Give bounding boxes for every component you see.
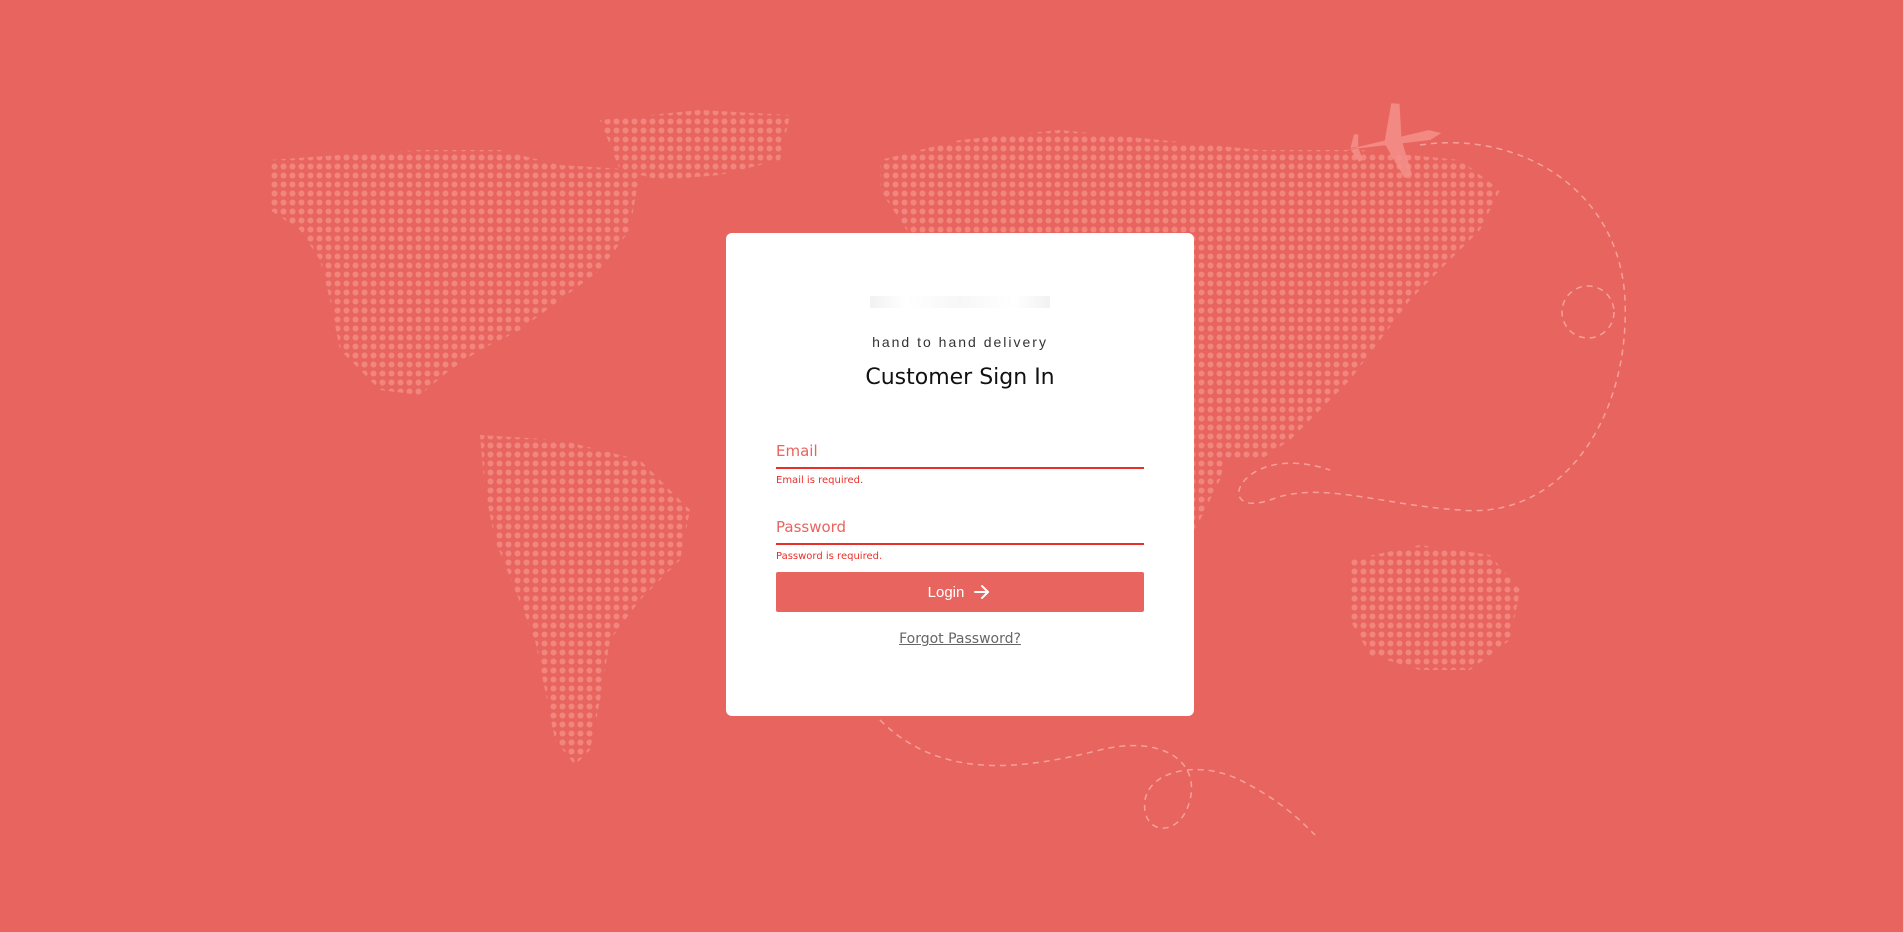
forgot-password-link[interactable]: Forgot Password? — [726, 631, 1194, 647]
login-button[interactable]: Login — [776, 572, 1144, 612]
password-field-group: Password is required. — [776, 515, 1144, 562]
email-error-message: Email is required. — [776, 475, 864, 486]
page-title: Customer Sign In — [865, 365, 1055, 390]
email-field-group: Email is required. — [776, 439, 1144, 486]
login-button-label: Login — [927, 583, 965, 601]
email-input[interactable] — [776, 439, 1144, 469]
arrow-right-icon — [974, 585, 990, 599]
brand-logo — [726, 295, 1194, 309]
password-input[interactable] — [776, 515, 1144, 545]
password-error-message: Password is required. — [776, 551, 883, 562]
login-card: hand to hand delivery Customer Sign In E… — [726, 233, 1194, 716]
brand-tagline: hand to hand delivery — [872, 334, 1048, 350]
